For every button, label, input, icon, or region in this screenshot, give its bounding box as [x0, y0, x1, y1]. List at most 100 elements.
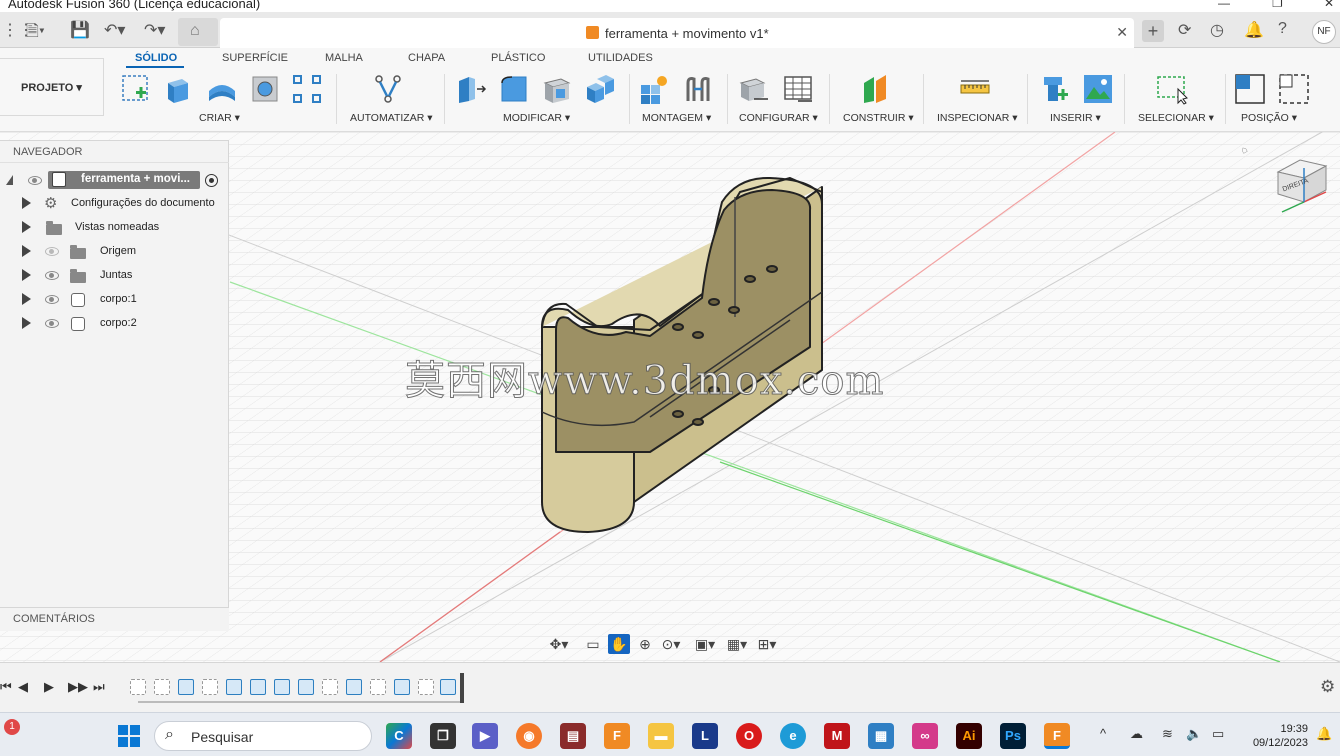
- pan-icon[interactable]: ✋: [608, 634, 630, 654]
- navigator-item-body-2[interactable]: corpo:2: [0, 313, 229, 335]
- timeline-feature[interactable]: [202, 679, 218, 695]
- expand-icon[interactable]: [22, 245, 31, 257]
- fusion-app-icon[interactable]: F: [604, 723, 630, 749]
- photoshop-icon[interactable]: Ps: [1000, 723, 1026, 749]
- collapse-root-icon[interactable]: [6, 175, 13, 185]
- tab-malha[interactable]: MALHA: [325, 52, 363, 64]
- tab-superficie[interactable]: SUPERFÍCIE: [222, 52, 288, 64]
- configuration-table-icon[interactable]: [782, 73, 814, 105]
- timeline-feature[interactable]: [394, 679, 410, 695]
- close-tab-icon[interactable]: ✕: [1116, 24, 1128, 41]
- expand-icon[interactable]: [22, 221, 31, 233]
- timeline-feature[interactable]: [178, 679, 194, 695]
- zoom-icon[interactable]: ⊕: [634, 634, 656, 654]
- timeline-feature[interactable]: [418, 679, 434, 695]
- timeline-feature[interactable]: [250, 679, 266, 695]
- navigator-item-joints[interactable]: Juntas: [0, 265, 229, 287]
- close-window-icon[interactable]: ✕: [1324, 0, 1334, 10]
- navigator-item-origin[interactable]: Origem: [0, 241, 229, 263]
- fusion-active-icon[interactable]: F: [1044, 723, 1070, 749]
- notifications-icon[interactable]: 🔔: [1244, 20, 1264, 40]
- automate-icon[interactable]: [372, 73, 404, 105]
- look-at-icon[interactable]: ▭: [582, 634, 604, 654]
- hidden-eye-icon[interactable]: [45, 247, 59, 256]
- edge-icon[interactable]: e: [780, 723, 806, 749]
- visibility-eye-icon[interactable]: [28, 176, 42, 185]
- navigator-item-document-settings[interactable]: ⚙ Configurações do documento: [0, 193, 229, 215]
- display-settings-icon[interactable]: ▣▾: [694, 634, 716, 654]
- select-icon[interactable]: [1156, 73, 1188, 105]
- expand-icon[interactable]: [22, 269, 31, 281]
- timeline-feature[interactable]: [226, 679, 242, 695]
- create-sketch-icon[interactable]: [120, 73, 152, 105]
- illustrator-icon[interactable]: Ai: [956, 723, 982, 749]
- taskbar-clock[interactable]: 19:39 09/12/2023: [1244, 722, 1308, 750]
- windows-start-icon[interactable]: [118, 725, 140, 747]
- group-selecionar[interactable]: SELECIONAR ▾: [1138, 112, 1214, 124]
- tab-utilidades[interactable]: UTILIDADES: [588, 52, 653, 64]
- timeline-feature[interactable]: [440, 679, 456, 695]
- pattern-icon[interactable]: [291, 73, 323, 105]
- taskbar-search-input[interactable]: ⌕ Pesquisar: [154, 721, 372, 751]
- go-to-start-icon[interactable]: ⏮: [0, 679, 12, 695]
- play-icon[interactable]: ▶: [44, 679, 54, 695]
- help-icon[interactable]: ?: [1278, 20, 1287, 38]
- group-posicao[interactable]: POSIÇÃO ▾: [1241, 112, 1297, 124]
- measure-icon[interactable]: [959, 73, 991, 105]
- fit-icon[interactable]: ⊙▾: [660, 634, 682, 654]
- group-inspecionar[interactable]: INSPECIONAR ▾: [937, 112, 1018, 124]
- insert-derive-icon[interactable]: [1040, 73, 1072, 105]
- hole-icon[interactable]: [249, 73, 281, 105]
- redo-icon[interactable]: ↷▾: [144, 20, 165, 40]
- group-modificar[interactable]: MODIFICAR ▾: [503, 112, 570, 124]
- wifi-icon[interactable]: ≋: [1162, 726, 1173, 742]
- winrar-icon[interactable]: ▤: [560, 723, 586, 749]
- visibility-eye-icon[interactable]: [45, 295, 59, 304]
- battery-icon[interactable]: ▭: [1212, 726, 1224, 742]
- step-forward-icon[interactable]: ▶▶: [68, 679, 88, 695]
- onedrive-icon[interactable]: ☁: [1130, 726, 1143, 742]
- creative-cloud-icon[interactable]: ∞: [912, 723, 938, 749]
- navigator-item-body-1[interactable]: corpo:1: [0, 289, 229, 311]
- combine-icon[interactable]: [584, 73, 616, 105]
- fillet-icon[interactable]: [498, 73, 530, 105]
- timeline-feature[interactable]: [274, 679, 290, 695]
- capture-position-icon[interactable]: [1234, 73, 1266, 105]
- expand-icon[interactable]: [22, 317, 31, 329]
- volume-icon[interactable]: 🔈: [1186, 726, 1202, 742]
- visibility-eye-icon[interactable]: [45, 319, 59, 328]
- timeline-feature[interactable]: [154, 679, 170, 695]
- group-montagem[interactable]: MONTAGEM ▾: [642, 112, 711, 124]
- go-to-end-icon[interactable]: ⏭: [93, 679, 105, 695]
- new-tab-button[interactable]: +: [1142, 20, 1164, 42]
- offset-plane-icon[interactable]: [860, 73, 892, 105]
- mcafee-icon[interactable]: M: [824, 723, 850, 749]
- tab-plastico[interactable]: PLÁSTICO: [491, 52, 545, 64]
- task-view-icon[interactable]: ❐: [430, 723, 456, 749]
- document-tab[interactable]: ferramenta + movimento v1* ✕: [220, 18, 1134, 48]
- viewports-icon[interactable]: ⊞▾: [756, 634, 778, 654]
- file-explorer-icon[interactable]: ▬: [648, 723, 674, 749]
- comments-panel[interactable]: COMENTÁRIOS: [0, 607, 229, 631]
- group-configurar[interactable]: CONFIGURAR ▾: [739, 112, 818, 124]
- user-avatar[interactable]: NF: [1312, 20, 1336, 44]
- extrude-icon[interactable]: [162, 73, 194, 105]
- insert-canvas-icon[interactable]: [1082, 73, 1114, 105]
- orbit-icon[interactable]: ✥▾: [548, 634, 570, 654]
- grid-settings-icon[interactable]: ▦▾: [726, 634, 748, 654]
- visibility-eye-icon[interactable]: [45, 271, 59, 280]
- press-pull-icon[interactable]: [455, 73, 487, 105]
- save-icon[interactable]: 💾: [70, 20, 90, 40]
- expand-icon[interactable]: [22, 197, 31, 209]
- new-component-icon[interactable]: [638, 73, 670, 105]
- timeline-marker[interactable]: [460, 673, 464, 703]
- revert-position-icon[interactable]: [1278, 73, 1310, 105]
- project-menu[interactable]: PROJETO ▾: [0, 58, 104, 116]
- extensions-icon[interactable]: ⟳: [1178, 20, 1191, 40]
- timeline-settings-gear-icon[interactable]: ⚙: [1320, 677, 1335, 697]
- group-inserir[interactable]: INSERIR ▾: [1050, 112, 1101, 124]
- joint-icon[interactable]: [682, 73, 714, 105]
- undo-icon[interactable]: ↶▾: [104, 20, 125, 40]
- timeline-feature[interactable]: [130, 679, 146, 695]
- navigator-item-named-views[interactable]: Vistas nomeadas: [0, 217, 229, 239]
